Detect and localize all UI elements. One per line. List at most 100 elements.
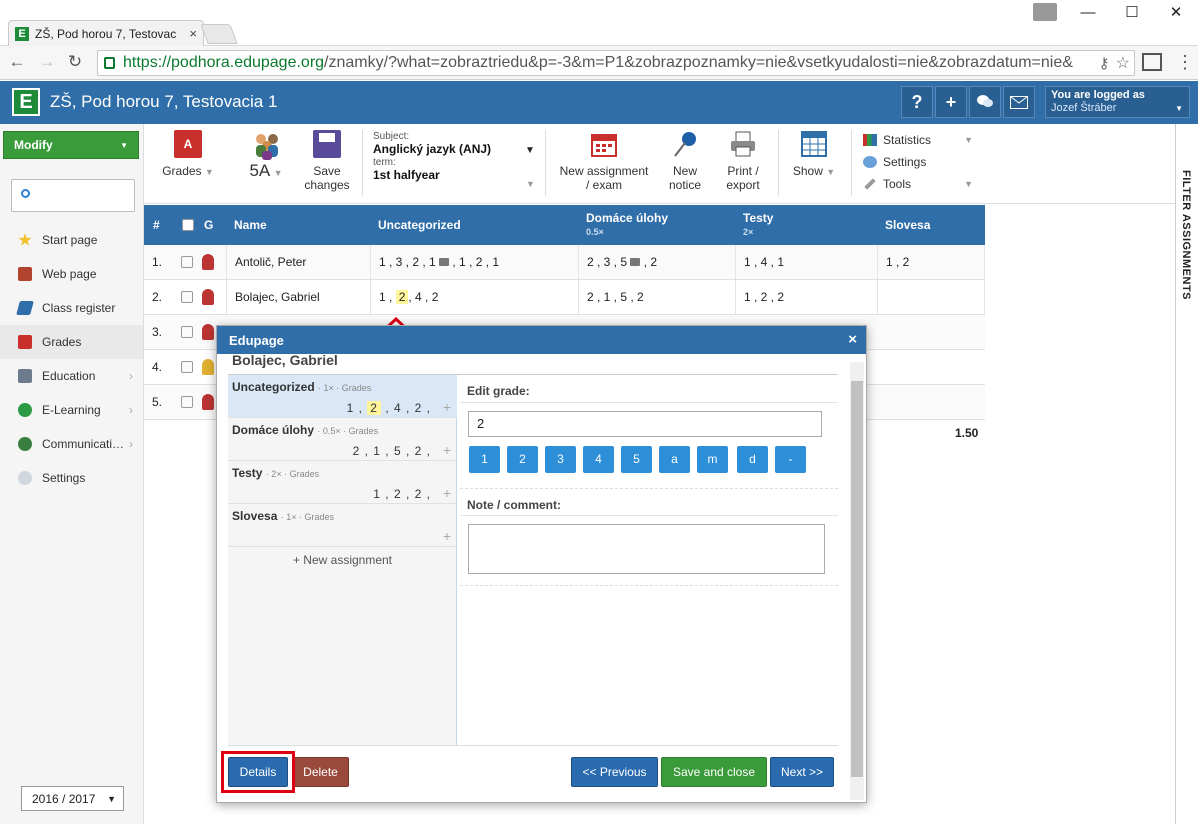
cast-icon[interactable] bbox=[1142, 53, 1162, 71]
row-checkbox[interactable] bbox=[181, 291, 193, 303]
grade-button-dash[interactable]: - bbox=[775, 446, 806, 473]
grade-button-d[interactable]: d bbox=[737, 446, 768, 473]
grades-slovesa[interactable]: 1 , 2 bbox=[877, 245, 985, 279]
mail-button[interactable] bbox=[1003, 86, 1035, 118]
col-domace-ulohy[interactable]: Domáce úlohy 0.5× bbox=[586, 211, 668, 239]
modify-button[interactable]: Modify ▼ bbox=[3, 131, 139, 159]
sidebar-item-settings[interactable]: Settings bbox=[0, 461, 143, 495]
minimize-button[interactable]: — bbox=[1074, 2, 1102, 24]
url-bar[interactable]: https://podhora.edupage.org/znamky/?what… bbox=[97, 50, 1135, 76]
add-grade-icon[interactable]: + bbox=[443, 485, 451, 501]
print-export-button[interactable]: Print / export bbox=[720, 130, 766, 192]
chevron-down-icon[interactable]: ▼ bbox=[526, 178, 535, 191]
bookmark-star-icon[interactable]: ☆ bbox=[1116, 53, 1130, 73]
col-testy[interactable]: Testy 2× bbox=[743, 211, 773, 239]
class-select-button[interactable]: 5A ▼ bbox=[236, 130, 296, 180]
save-and-close-button[interactable]: Save and close bbox=[661, 757, 767, 787]
new-notice-button[interactable]: New notice bbox=[663, 130, 707, 192]
settings-menu[interactable]: Settings bbox=[863, 155, 973, 169]
selected-grade[interactable]: 2 bbox=[367, 401, 381, 415]
row-checkbox[interactable] bbox=[181, 361, 193, 373]
back-arrow-icon[interactable]: ← bbox=[6, 51, 28, 73]
row-checkbox[interactable] bbox=[181, 396, 193, 408]
term-value[interactable]: 1st halfyear bbox=[373, 169, 538, 182]
grade-button-2[interactable]: 2 bbox=[507, 446, 538, 473]
student-name[interactable]: Antolič, Peter bbox=[226, 245, 370, 279]
chevron-down-icon[interactable]: ▼ bbox=[525, 144, 535, 157]
dialog-scrollbar-thumb[interactable] bbox=[851, 381, 863, 777]
add-grade-icon[interactable]: + bbox=[443, 442, 451, 458]
grades-uncategorized[interactable]: 1 , 3 , 2 , 1 , 1 , 2 , 1 bbox=[370, 245, 578, 279]
assignment-item-slovesa[interactable]: Slovesa · 1× · Grades + bbox=[228, 504, 457, 547]
sidebar-item-class-register[interactable]: Class register bbox=[0, 291, 143, 325]
add-grade-icon[interactable]: + bbox=[443, 399, 451, 415]
filter-assignments-label[interactable]: FILTER ASSIGNMENTS bbox=[1180, 170, 1192, 300]
sidebar-item-web-page[interactable]: Web page bbox=[0, 257, 143, 291]
tools-menu[interactable]: Tools ▼ bbox=[863, 177, 973, 191]
col-slovesa[interactable]: Slovesa bbox=[885, 205, 930, 245]
grade-button-4[interactable]: 4 bbox=[583, 446, 614, 473]
statistics-menu[interactable]: Statistics ▼ bbox=[863, 133, 973, 147]
profile-icon[interactable] bbox=[1033, 3, 1057, 21]
show-button[interactable]: Show ▼ bbox=[788, 130, 840, 179]
assignment-name: Domáce úlohy bbox=[232, 423, 315, 437]
user-menu[interactable]: You are logged as Jozef Štráber ▼ bbox=[1045, 86, 1190, 118]
subject-value[interactable]: Anglický jazyk (ANJ) bbox=[373, 143, 538, 156]
new-assignment-link[interactable]: + New assignment bbox=[228, 553, 457, 567]
star-icon bbox=[18, 233, 32, 246]
help-button[interactable]: ? bbox=[901, 86, 933, 118]
messages-button[interactable] bbox=[969, 86, 1001, 118]
reload-icon[interactable]: ↻ bbox=[64, 51, 86, 73]
forward-arrow-icon[interactable]: → bbox=[36, 51, 58, 73]
chrome-menu-icon[interactable]: ⋮ bbox=[1176, 52, 1194, 72]
grade-button-3[interactable]: 3 bbox=[545, 446, 576, 473]
previous-button[interactable]: << Previous bbox=[571, 757, 658, 787]
assignment-item-testy[interactable]: Testy · 2× · Grades 1 , 2 , 2 , + bbox=[228, 461, 457, 504]
sidebar-search-input[interactable] bbox=[11, 179, 135, 212]
dialog-close-icon[interactable]: × bbox=[848, 331, 857, 348]
next-button[interactable]: Next >> bbox=[770, 757, 834, 787]
close-window-button[interactable]: ✕ bbox=[1162, 2, 1190, 24]
col-uncategorized[interactable]: Uncategorized bbox=[378, 205, 461, 245]
assignment-item-uncategorized[interactable]: Uncategorized · 1× · Grades 1 , 2 , 4 , … bbox=[228, 375, 457, 418]
grades-testy[interactable]: 1 , 2 , 2 bbox=[735, 280, 877, 314]
select-all-checkbox[interactable] bbox=[182, 219, 194, 231]
grades-domace-ulohy[interactable]: 2 , 3 , 5 , 2 bbox=[578, 245, 735, 279]
grades-testy[interactable]: 1 , 4 , 1 bbox=[735, 245, 877, 279]
note-textarea[interactable] bbox=[468, 524, 825, 574]
new-assignment-button[interactable]: New assignment / exam bbox=[553, 130, 655, 192]
row-checkbox[interactable] bbox=[181, 326, 193, 338]
sidebar-item-communication[interactable]: Communicati… › bbox=[0, 427, 143, 461]
edupage-logo[interactable]: E bbox=[12, 88, 40, 116]
assignment-item-domace-ulohy[interactable]: Domáce úlohy · 0.5× · Grades 2 , 1 , 5 ,… bbox=[228, 418, 457, 461]
grades-slovesa[interactable] bbox=[877, 280, 985, 314]
browser-tab[interactable]: E ZŠ, Pod horou 7, Testovac × bbox=[8, 20, 204, 46]
grade-input[interactable]: 2 bbox=[468, 411, 822, 437]
sidebar-item-e-learning[interactable]: E-Learning › bbox=[0, 393, 143, 427]
grades-domace-ulohy[interactable]: 2 , 1 , 5 , 2 bbox=[578, 280, 735, 314]
student-name[interactable]: Bolajec, Gabriel bbox=[226, 280, 370, 314]
save-changes-button[interactable]: Save changes bbox=[300, 130, 354, 192]
row-number: 5. bbox=[152, 395, 163, 409]
grade-button-m[interactable]: m bbox=[697, 446, 728, 473]
sidebar-item-grades[interactable]: Grades bbox=[0, 325, 143, 359]
sidebar-item-education[interactable]: Education › bbox=[0, 359, 143, 393]
grade-button-a[interactable]: a bbox=[659, 446, 690, 473]
add-button[interactable]: + bbox=[935, 86, 967, 118]
home-icon bbox=[18, 267, 32, 281]
selected-grade[interactable]: 2 bbox=[395, 290, 409, 304]
grade-button-5[interactable]: 5 bbox=[621, 446, 652, 473]
school-year-select[interactable]: 2016 / 2017 ▼ bbox=[21, 786, 124, 811]
subject-term-selector[interactable]: Subject: Anglický jazyk (ANJ) ▼ term: 1s… bbox=[373, 130, 538, 189]
sidebar-item-start-page[interactable]: Start page bbox=[0, 223, 143, 257]
delete-button[interactable]: Delete bbox=[292, 757, 349, 787]
grade-button-1[interactable]: 1 bbox=[469, 446, 500, 473]
col-name[interactable]: Name bbox=[234, 205, 267, 245]
grades-uncategorized[interactable]: 1 , 2, 4 , 2 bbox=[370, 280, 578, 314]
add-grade-icon[interactable]: + bbox=[443, 528, 451, 544]
grades-menu-button[interactable]: A Grades ▼ bbox=[160, 130, 216, 179]
maximize-button[interactable]: ☐ bbox=[1118, 2, 1146, 24]
key-icon[interactable]: ⚷ bbox=[1099, 54, 1110, 72]
row-checkbox[interactable] bbox=[181, 256, 193, 268]
tab-close-icon[interactable]: × bbox=[189, 26, 197, 41]
